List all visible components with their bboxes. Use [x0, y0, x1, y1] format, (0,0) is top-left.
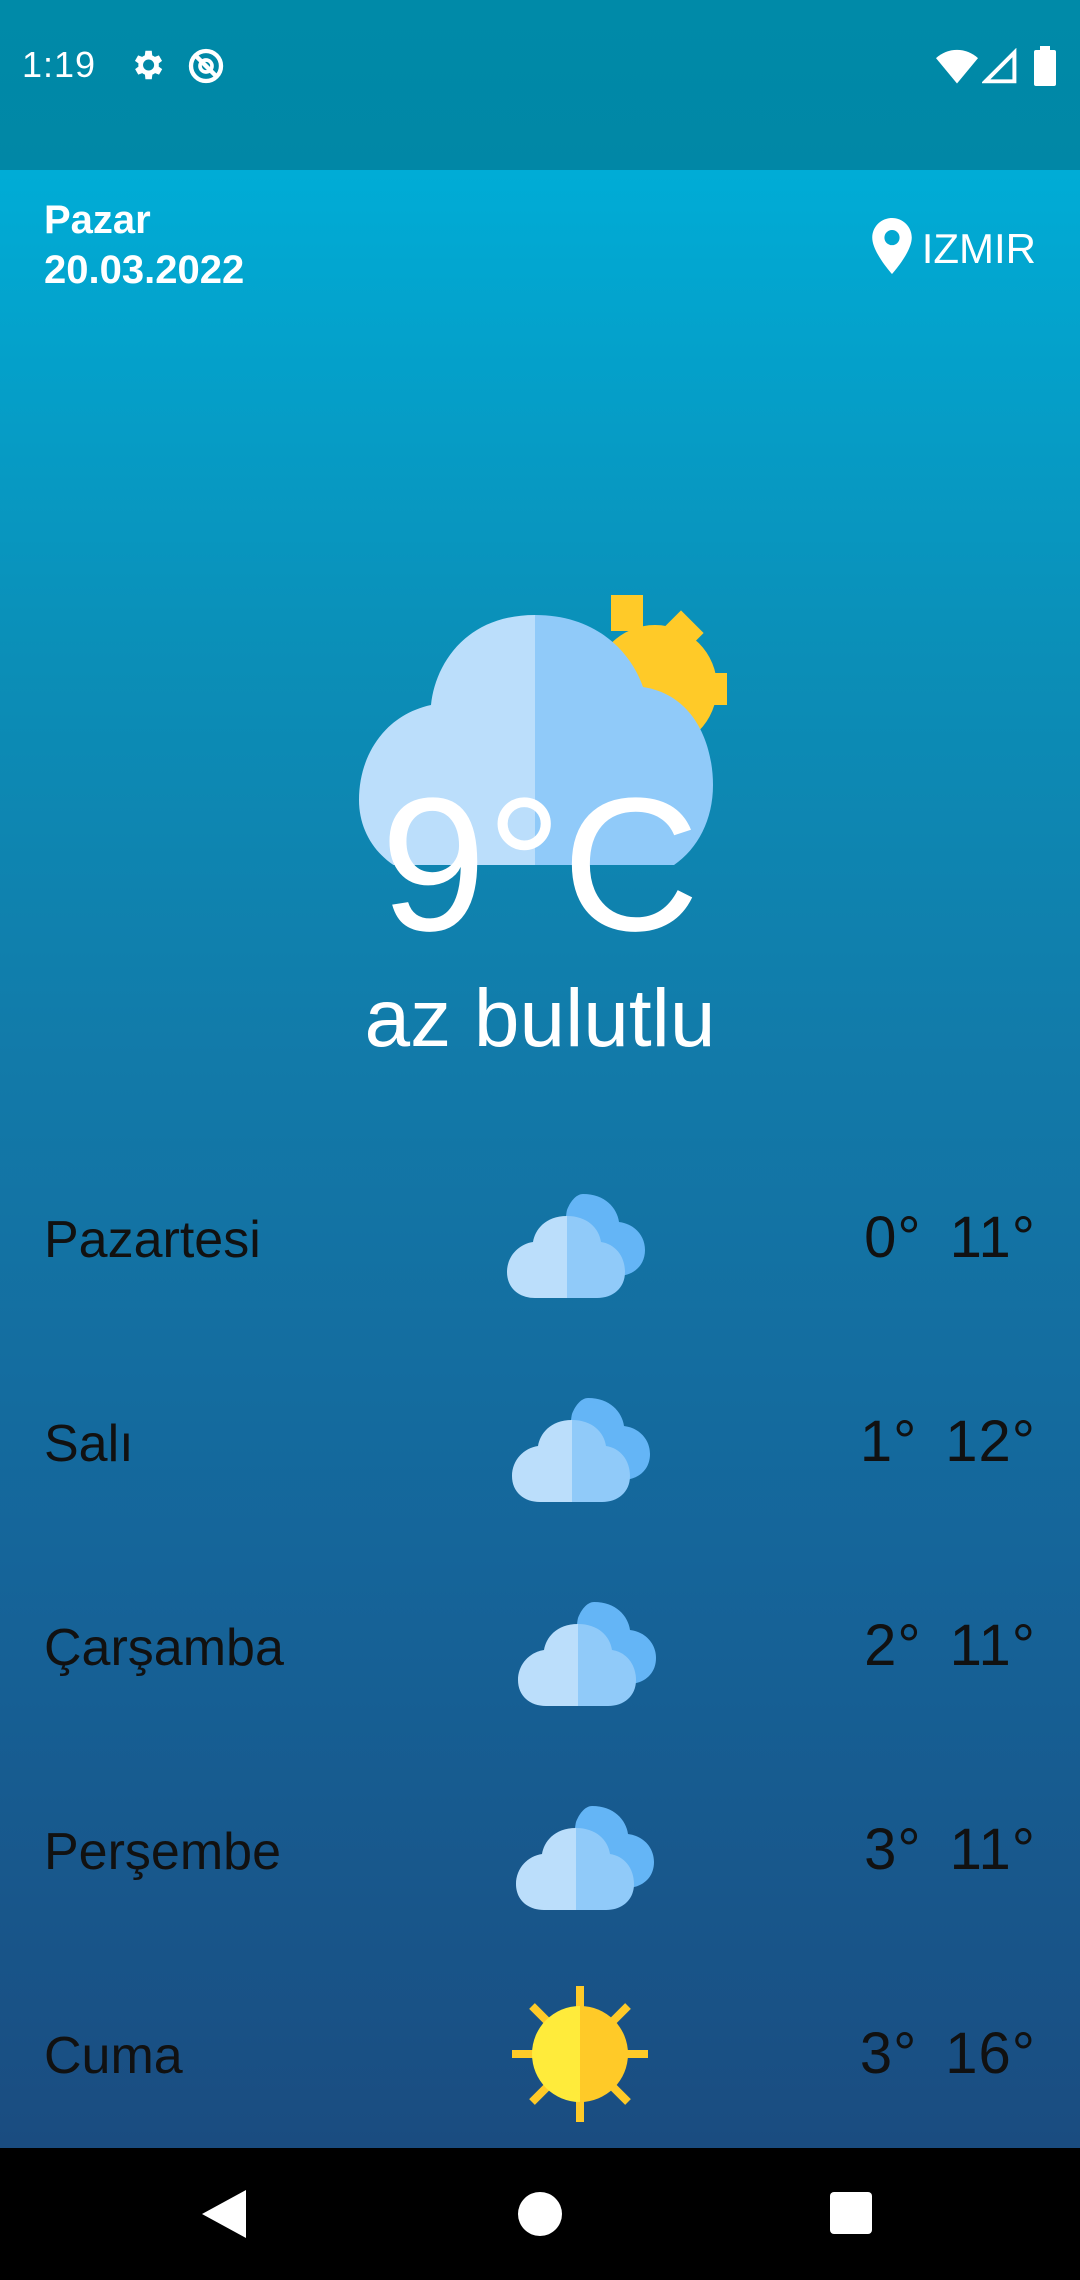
forecast-day: Çarşamba	[44, 1619, 284, 1677]
forecast-min: 0°	[864, 1205, 922, 1270]
clouds-icon	[500, 1382, 650, 1517]
location[interactable]: IZMIR	[871, 218, 1036, 279]
navigation-bar	[0, 2148, 1080, 2280]
back-icon[interactable]	[202, 2190, 246, 2243]
battery-icon	[1034, 46, 1056, 91]
location-name: IZMIR	[921, 224, 1036, 272]
forecast-row[interactable]: Pazartesi 0° 11°	[0, 1160, 1080, 1364]
forecast-temps: 1° 12°	[860, 1408, 1036, 1475]
sun-icon	[508, 1982, 652, 2131]
forecast-max: 12°	[945, 1409, 1036, 1474]
screen: 1:19 Pazar 20.03.2022 IZMIR 9°C az bulut…	[0, 0, 1080, 2280]
forecast-max: 16°	[945, 2021, 1036, 2086]
forecast-min: 3°	[859, 2021, 918, 2086]
wifi-icon	[936, 48, 978, 89]
forecast-temps: 0° 11°	[864, 1204, 1036, 1271]
forecast-temps: 2° 11°	[864, 1612, 1036, 1679]
forecast-temps: 3° 11°	[864, 1816, 1036, 1883]
forecast-row[interactable]: Perşembe 3° 11°	[0, 1772, 1080, 1976]
signal-icon	[980, 47, 1018, 89]
forecast-list: Pazartesi 0° 11° Salı 1° 12° Çarşamba 2°…	[0, 1160, 1080, 2180]
forecast-min: 1°	[859, 1409, 918, 1474]
weather-app: Pazar 20.03.2022 IZMIR 9°C az bulutlu Pa…	[0, 170, 1080, 2148]
forecast-row[interactable]: Salı 1° 12°	[0, 1364, 1080, 1568]
current-temperature: 9°C	[380, 759, 700, 971]
forecast-min: 3°	[864, 1817, 922, 1882]
forecast-row[interactable]: Çarşamba 2° 11°	[0, 1568, 1080, 1772]
forecast-temps: 3° 16°	[860, 2020, 1036, 2087]
forecast-min: 2°	[864, 1613, 922, 1678]
status-time: 1:19	[22, 44, 97, 85]
forecast-max: 11°	[949, 1613, 1036, 1678]
recents-icon[interactable]	[830, 2192, 872, 2239]
map-pin-icon	[871, 218, 912, 279]
clouds-icon	[506, 1586, 656, 1721]
forecast-max: 11°	[949, 1817, 1036, 1882]
forecast-max: 11°	[949, 1205, 1036, 1270]
clouds-icon	[495, 1178, 645, 1313]
status-bar: 1:19	[0, 0, 1080, 170]
current-description: az bulutlu	[364, 973, 716, 1064]
home-icon[interactable]	[518, 2192, 562, 2241]
gear-icon	[128, 46, 166, 89]
clouds-icon	[504, 1790, 654, 1925]
current-day: Pazar	[44, 198, 151, 242]
forecast-day: Pazartesi	[44, 1211, 261, 1269]
forecast-day: Perşembe	[44, 1823, 281, 1881]
no-disturb-icon	[186, 46, 226, 91]
current-date: 20.03.2022	[44, 248, 245, 292]
forecast-day: Salı	[44, 1415, 134, 1473]
forecast-day: Cuma	[44, 2027, 183, 2085]
